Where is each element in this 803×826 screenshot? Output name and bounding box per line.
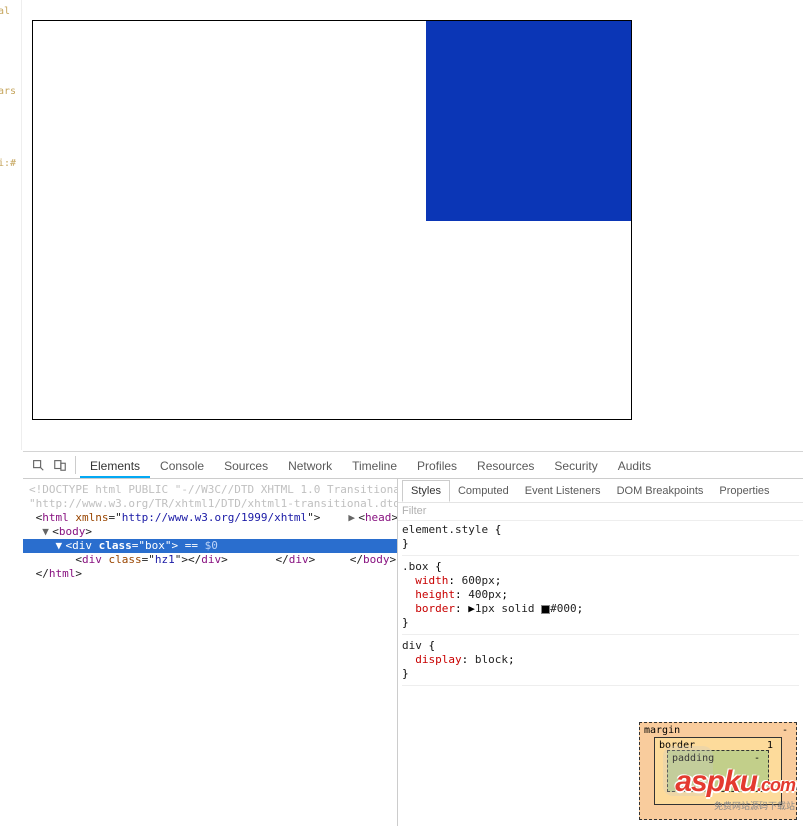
tab-console[interactable]: Console (150, 453, 214, 478)
box-model-diagram[interactable]: margin - border 1 padding - (633, 716, 803, 826)
tab-audits[interactable]: Audits (608, 453, 661, 478)
tab-sources[interactable]: Sources (214, 453, 278, 478)
styles-tab-props[interactable]: Properties (711, 481, 777, 501)
styles-tab-dombp[interactable]: DOM Breakpoints (609, 481, 712, 501)
styles-tab-event[interactable]: Event Listeners (517, 481, 609, 501)
styles-tab-styles[interactable]: Styles (402, 480, 450, 502)
boxmodel-margin-label: margin (644, 725, 680, 736)
dom-html-close[interactable]: </html> (23, 567, 84, 580)
styles-panel: Styles Computed Event Listeners DOM Brea… (398, 479, 803, 826)
tab-elements[interactable]: Elements (80, 453, 150, 478)
boxmodel-margin-value: - (782, 725, 788, 736)
editor-gutter: al ars i:# (0, 0, 22, 450)
gutter-fragment: al (0, 6, 10, 17)
divider (75, 456, 76, 474)
tab-timeline[interactable]: Timeline (342, 453, 407, 478)
device-toggle-icon[interactable] (49, 454, 71, 476)
box-element[interactable] (32, 20, 632, 420)
rule-div[interactable]: div { display: block; } (402, 639, 799, 686)
rule-box[interactable]: .box { width: 600px; height: 400px; bord… (402, 560, 799, 635)
rendered-page (22, 0, 803, 450)
styles-tab-computed[interactable]: Computed (450, 481, 517, 501)
dom-head[interactable]: ▶<head>…</head> (329, 511, 398, 524)
rule-elementstyle[interactable]: element.style {} (402, 523, 799, 556)
dom-box-close[interactable]: </div> (236, 553, 317, 566)
boxmodel-padding-label: padding (672, 753, 714, 764)
tab-security[interactable]: Security (544, 453, 607, 478)
dom-box-selected[interactable]: ▼<div class="box"> == $0 (23, 539, 397, 553)
dom-html[interactable]: <html xmlns="http://www.w3.org/1999/xhtm… (23, 511, 322, 524)
dom-hz1[interactable]: <div class="hz1"></div> (23, 553, 230, 566)
tab-profiles[interactable]: Profiles (407, 453, 467, 478)
dom-body[interactable]: ▼<body> (23, 525, 94, 538)
elements-dom-tree[interactable]: <!DOCTYPE html PUBLIC "-//W3C//DTD XHTML… (23, 479, 398, 826)
styles-filter-input[interactable]: Filter (398, 503, 803, 521)
inspect-icon[interactable] (27, 454, 49, 476)
tab-network[interactable]: Network (278, 453, 342, 478)
gutter-fragment: ars (0, 86, 16, 97)
dom-doctype: "http://www.w3.org/TR/xhtml1/DTD/xhtml1-… (23, 497, 398, 510)
hz1-element[interactable] (426, 21, 631, 221)
expand-icon[interactable]: ▶ (468, 602, 475, 615)
devtools-tabbar: Elements Console Sources Network Timelin… (23, 452, 803, 479)
boxmodel-padding-value: - (754, 753, 760, 764)
dom-body-close[interactable]: </body> (324, 553, 398, 566)
tab-resources[interactable]: Resources (467, 453, 544, 478)
gutter-fragment: i:# (0, 158, 16, 169)
dom-doctype: <!DOCTYPE html PUBLIC "-//W3C//DTD XHTML… (23, 483, 398, 496)
color-swatch-icon[interactable] (541, 605, 550, 614)
styles-tabbar: Styles Computed Event Listeners DOM Brea… (398, 479, 803, 503)
devtools-panel: Elements Console Sources Network Timelin… (23, 451, 803, 826)
